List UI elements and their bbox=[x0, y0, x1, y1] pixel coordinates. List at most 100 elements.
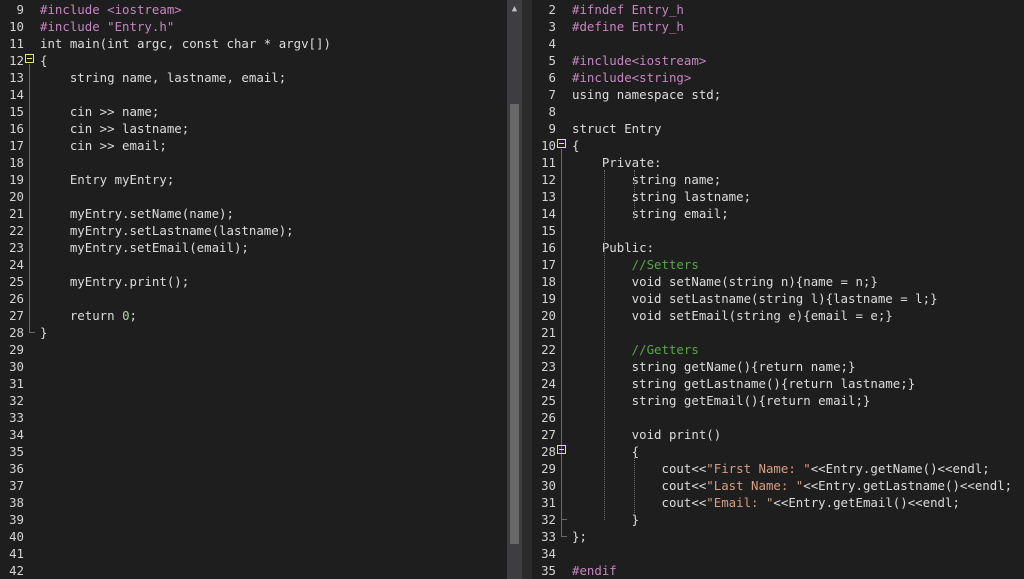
line-number: 25 bbox=[9, 274, 24, 289]
code-text[interactable]: } bbox=[40, 324, 47, 341]
fold-region-line bbox=[561, 455, 562, 519]
line-number: 30 bbox=[9, 359, 24, 374]
line-number: 12 bbox=[9, 53, 24, 68]
line-number: 17 bbox=[541, 257, 556, 272]
code-text[interactable]: { bbox=[40, 52, 47, 69]
code-text[interactable]: void print() bbox=[572, 426, 722, 443]
line-number: 32 bbox=[541, 512, 556, 527]
line-number: 14 bbox=[9, 87, 24, 102]
code-text[interactable]: string email; bbox=[572, 205, 729, 222]
line-number: 7 bbox=[548, 87, 556, 102]
line-number: 31 bbox=[9, 376, 24, 391]
line-number: 41 bbox=[9, 546, 24, 561]
code-text[interactable]: } bbox=[572, 511, 639, 528]
code-text[interactable]: myEntry.setLastname(lastname); bbox=[40, 222, 294, 239]
line-number: 35 bbox=[541, 563, 556, 578]
line-number: 21 bbox=[9, 206, 24, 221]
line-number: 21 bbox=[541, 325, 556, 340]
code-text[interactable]: string getName(){return name;} bbox=[572, 358, 856, 375]
code-text[interactable]: myEntry.setEmail(email); bbox=[40, 239, 249, 256]
line-number: 11 bbox=[541, 155, 556, 170]
line-number: 24 bbox=[9, 257, 24, 272]
code-text[interactable]: #include<iostream> bbox=[572, 52, 706, 69]
code-text[interactable]: cin >> email; bbox=[40, 137, 167, 154]
line-number: 12 bbox=[541, 172, 556, 187]
code-text[interactable]: void setEmail(string e){email = e;} bbox=[572, 307, 893, 324]
pane-splitter[interactable] bbox=[522, 0, 532, 579]
line-number: 36 bbox=[9, 461, 24, 476]
scroll-up-arrow-icon[interactable]: ▲ bbox=[507, 0, 522, 18]
vertical-scrollbar[interactable]: ▲ bbox=[507, 0, 522, 579]
code-text[interactable]: myEntry.setName(name); bbox=[40, 205, 234, 222]
collapse-region-icon[interactable] bbox=[25, 54, 34, 63]
line-number: 35 bbox=[9, 444, 24, 459]
line-number: 10 bbox=[541, 138, 556, 153]
line-number: 13 bbox=[541, 189, 556, 204]
code-text[interactable]: string lastname; bbox=[572, 188, 751, 205]
line-number: 2 bbox=[548, 2, 556, 17]
code-text[interactable]: using namespace std; bbox=[572, 86, 721, 103]
code-text[interactable]: #include "Entry.h" bbox=[40, 18, 174, 35]
line-number: 28 bbox=[541, 444, 556, 459]
scrollbar-thumb[interactable] bbox=[510, 104, 519, 544]
line-number: 4 bbox=[548, 36, 556, 51]
code-text[interactable]: #include<string> bbox=[572, 69, 691, 86]
code-text[interactable]: //Getters bbox=[572, 341, 699, 358]
code-text[interactable]: return 0; bbox=[40, 307, 137, 324]
line-number: 19 bbox=[541, 291, 556, 306]
code-text[interactable]: string getEmail(){return email;} bbox=[572, 392, 871, 409]
line-number: 22 bbox=[9, 223, 24, 238]
code-text[interactable]: Private: bbox=[572, 154, 662, 171]
code-text[interactable]: string name; bbox=[572, 171, 722, 188]
code-text[interactable]: string name, lastname, email; bbox=[40, 69, 286, 86]
line-number: 34 bbox=[541, 546, 556, 561]
code-text[interactable]: //Setters bbox=[572, 256, 699, 273]
fold-region-line bbox=[29, 64, 30, 332]
code-text[interactable]: void setName(string n){name = n;} bbox=[572, 273, 878, 290]
code-text[interactable]: void setLastname(string l){lastname = l;… bbox=[572, 290, 938, 307]
code-text[interactable]: }; bbox=[572, 528, 587, 545]
line-number: 24 bbox=[541, 376, 556, 391]
code-text[interactable]: Entry myEntry; bbox=[40, 171, 174, 188]
collapse-region-icon[interactable] bbox=[557, 139, 566, 148]
code-text[interactable]: { bbox=[572, 443, 639, 460]
collapse-region-icon[interactable] bbox=[557, 445, 566, 454]
code-text[interactable]: int main(int argc, const char * argv[]) bbox=[40, 35, 331, 52]
code-text[interactable]: string getLastname(){return lastname;} bbox=[572, 375, 915, 392]
code-text[interactable]: Public: bbox=[572, 239, 654, 256]
code-text[interactable]: #ifndef Entry_h bbox=[572, 1, 684, 18]
code-text[interactable]: #define Entry_h bbox=[572, 18, 684, 35]
editor-pane-main-cpp[interactable]: 9 #include <iostream> 10 #include "Entry.h"… bbox=[0, 0, 507, 579]
line-number: 18 bbox=[541, 274, 556, 289]
code-text[interactable]: cin >> lastname; bbox=[40, 120, 189, 137]
line-number: 27 bbox=[9, 308, 24, 323]
line-number: 14 bbox=[541, 206, 556, 221]
line-number: 6 bbox=[548, 70, 556, 85]
code-text[interactable]: cout<<"Last Name: "<<Entry.getLastname()… bbox=[572, 477, 1013, 494]
code-text[interactable]: cin >> name; bbox=[40, 103, 160, 120]
line-number: 25 bbox=[541, 393, 556, 408]
fold-region-end bbox=[29, 332, 35, 333]
line-number: 27 bbox=[541, 427, 556, 442]
code-text[interactable]: cout<<"Email: "<<Entry.getEmail()<<endl; bbox=[572, 494, 960, 511]
line-number: 9 bbox=[16, 2, 24, 17]
line-number: 10 bbox=[9, 19, 24, 34]
code-text[interactable]: #endif bbox=[572, 562, 617, 579]
line-number: 5 bbox=[548, 53, 556, 68]
line-number: 3 bbox=[548, 19, 556, 34]
line-number: 11 bbox=[9, 36, 24, 51]
editor-pane-entry-h[interactable]: 2 #ifndef Entry_h 3 #define Entry_h 4 5 #inclu… bbox=[532, 0, 1024, 579]
line-number: 15 bbox=[541, 223, 556, 238]
line-number: 18 bbox=[9, 155, 24, 170]
line-number: 29 bbox=[541, 461, 556, 476]
line-number: 30 bbox=[541, 478, 556, 493]
code-text[interactable]: #include <iostream> bbox=[40, 1, 182, 18]
code-text[interactable]: struct Entry bbox=[572, 120, 662, 137]
line-number: 17 bbox=[9, 138, 24, 153]
line-number: 9 bbox=[548, 121, 556, 136]
line-number: 13 bbox=[9, 70, 24, 85]
code-text[interactable]: myEntry.print(); bbox=[40, 273, 189, 290]
line-number: 33 bbox=[541, 529, 556, 544]
code-text[interactable]: { bbox=[572, 137, 579, 154]
line-number: 31 bbox=[541, 495, 556, 510]
